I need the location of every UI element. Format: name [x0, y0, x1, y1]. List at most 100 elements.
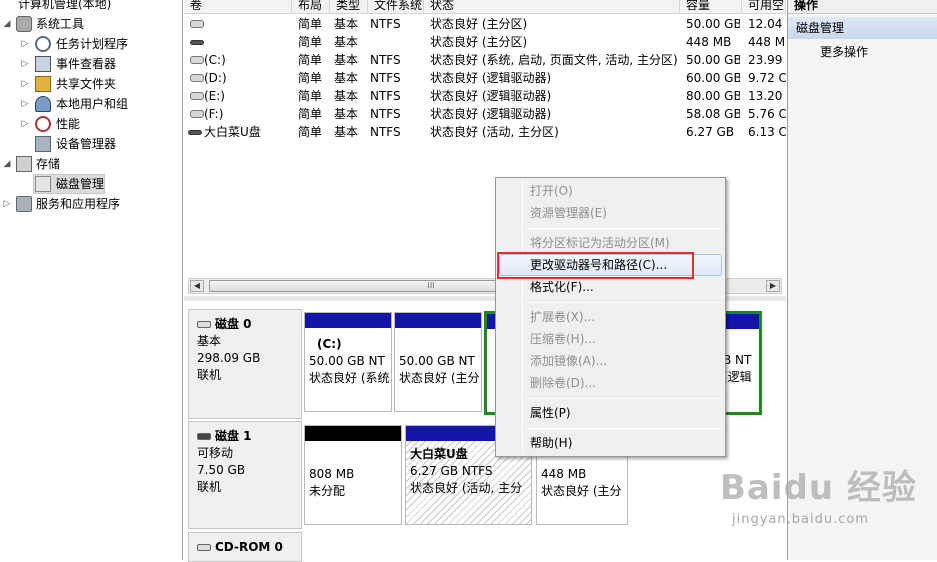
- menu-gutter: [522, 180, 523, 454]
- table-cell-cap: 50.00 GB: [686, 17, 740, 31]
- partition-size: 50.00 GB NT: [399, 354, 475, 368]
- table-row[interactable]: (E:) 简单 基本 NTFS 状态良好 (逻辑驱动器) 80.00 GB 13.20: [184, 87, 786, 105]
- tree-item-label: 性能: [56, 117, 81, 131]
- expand-arrow-icon[interactable]: ▷: [2, 194, 12, 214]
- disk-type: 基本: [197, 334, 222, 348]
- menu-item-properties[interactable]: 属性(P): [530, 402, 571, 424]
- scroll-right-icon[interactable]: ▶: [766, 280, 780, 292]
- table-row[interactable]: 大白菜U盘 简单 基本 NTFS 状态良好 (活动, 主分区) 6.27 GB 6.13 C: [184, 123, 786, 141]
- storage-icon: [16, 156, 32, 172]
- tree-item-label: 事件查看器: [56, 57, 117, 71]
- partition-text: (C:) 50.00 GB NT 状态良好 (系统: [309, 336, 390, 387]
- disk-type: 可移动: [197, 446, 234, 460]
- tree-item-label: 服务和应用程序: [36, 197, 121, 211]
- table-cell-vol: (C:): [204, 53, 226, 67]
- scroll-left-icon[interactable]: ◀: [190, 280, 204, 292]
- removable-disk-icon: [197, 433, 211, 440]
- disk-0-info[interactable]: 磁盘 0 基本 298.09 GB 联机: [188, 309, 302, 419]
- partition-bar: [305, 313, 391, 328]
- table-row[interactable]: (F:) 简单 基本 NTFS 状态良好 (逻辑驱动器) 58.08 GB 5.76 C: [184, 105, 786, 123]
- users-icon: [35, 96, 51, 112]
- column-header-capacity[interactable]: 容量: [680, 0, 742, 14]
- performance-icon: [35, 116, 51, 132]
- more-actions-link[interactable]: 更多操作: [820, 43, 868, 61]
- tree-item-label: 计算机管理(本地): [18, 0, 112, 11]
- table-cell-type: 基本: [334, 17, 359, 31]
- table-cell-vol: (E:): [204, 89, 225, 103]
- tree-item-label: 本地用户和组: [56, 97, 129, 111]
- column-header-type[interactable]: 类型: [330, 0, 368, 14]
- volume-icon: [190, 40, 204, 45]
- partition-status: (逻辑: [723, 370, 752, 384]
- table-cell-type: 基本: [334, 71, 359, 85]
- table-cell-cap: 6.27 GB: [686, 125, 735, 139]
- expand-arrow-icon[interactable]: ▷: [20, 114, 30, 134]
- partition-size: 448 MB: [541, 467, 587, 481]
- menu-item-open[interactable]: 打开(O): [530, 180, 573, 202]
- column-header-layout[interactable]: 布局: [292, 0, 330, 14]
- menu-item-explorer[interactable]: 资源管理器(E): [530, 202, 607, 224]
- volume-icon: [190, 92, 204, 100]
- actions-header: 操作: [788, 0, 937, 14]
- actions-section-disk-management[interactable]: 磁盘管理: [788, 17, 937, 39]
- disk-state: 联机: [197, 368, 222, 382]
- table-cell-type: 基本: [334, 125, 359, 139]
- expand-arrow-icon[interactable]: ▷: [20, 74, 30, 94]
- table-cell-free: 5.76 C: [748, 107, 786, 121]
- column-header-status[interactable]: 状态: [424, 0, 680, 14]
- table-cell-layout: 简单: [298, 17, 323, 31]
- column-header-filesystem[interactable]: 文件系统: [368, 0, 424, 14]
- table-cell-free: 448 M: [748, 35, 786, 49]
- table-row[interactable]: 简单 基本 NTFS 状态良好 (主分区) 50.00 GB 12.04: [184, 15, 786, 33]
- menu-item-shrink[interactable]: 压缩卷(H)...: [530, 328, 596, 350]
- table-cell-free: 6.13 C: [748, 125, 786, 139]
- cdrom-info[interactable]: CD-ROM 0: [188, 532, 302, 562]
- table-cell-cap: 60.00 GB: [686, 71, 740, 85]
- menu-item-help[interactable]: 帮助(H): [530, 432, 572, 454]
- actions-title: 操作: [794, 0, 819, 12]
- menu-item-format[interactable]: 格式化(F)...: [530, 276, 594, 298]
- expand-arrow-icon[interactable]: ▷: [20, 54, 30, 74]
- menu-item-add-mirror[interactable]: 添加镜像(A)...: [530, 350, 607, 372]
- table-row[interactable]: (D:) 简单 基本 NTFS 状态良好 (逻辑驱动器) 60.00 GB 9.72 C: [184, 69, 786, 87]
- table-cell-status: 状态良好 (主分区): [430, 35, 528, 49]
- disk-1-info[interactable]: 磁盘 1 可移动 7.50 GB 联机: [188, 421, 302, 529]
- partition-primary[interactable]: 50.00 GB NT 状态良好 (主分: [394, 312, 482, 412]
- table-cell-status: 状态良好 (系统, 启动, 页面文件, 活动, 主分区): [430, 53, 678, 67]
- table-cell-layout: 简单: [298, 107, 323, 121]
- menu-item-delete[interactable]: 删除卷(D)...: [530, 372, 596, 394]
- table-cell-vol: 大白菜U盘: [204, 125, 261, 139]
- table-cell-status: 状态良好 (逻辑驱动器): [430, 89, 552, 103]
- table-row[interactable]: (C:) 简单 基本 NTFS 状态良好 (系统, 启动, 页面文件, 活动, 主分区)…: [184, 51, 786, 69]
- partition-status: 状态良好 (活动, 主分: [410, 481, 523, 495]
- table-row[interactable]: 简单 基本 状态良好 (主分区) 448 MB 448 M: [184, 33, 786, 51]
- partition-c[interactable]: (C:) 50.00 GB NT 状态良好 (系统: [304, 312, 392, 412]
- table-cell-fs: NTFS: [370, 71, 401, 85]
- collapse-arrow-icon[interactable]: ◢: [2, 14, 12, 34]
- tree-item-label: 设备管理器: [56, 137, 117, 151]
- table-cell-layout: 简单: [298, 71, 323, 85]
- table-cell-free: 9.72 C: [748, 71, 786, 85]
- column-header-volume[interactable]: 卷: [184, 0, 292, 14]
- menu-item-extend[interactable]: 扩展卷(X)...: [530, 306, 595, 328]
- table-cell-fs: NTFS: [370, 53, 401, 67]
- collapse-arrow-icon[interactable]: ◢: [2, 154, 12, 174]
- tree-item-disk-management[interactable]: 磁盘管理: [33, 174, 105, 194]
- expand-arrow-icon[interactable]: ▷: [20, 94, 30, 114]
- disk-name: 磁盘 1: [215, 429, 252, 443]
- partition-size: 6.27 GB NTFS: [410, 464, 493, 478]
- table-cell-fs: NTFS: [370, 107, 401, 121]
- table-cell-fs: NTFS: [370, 125, 401, 139]
- table-cell-layout: 简单: [298, 89, 323, 103]
- table-cell-type: 基本: [334, 35, 359, 49]
- expand-arrow-icon[interactable]: ▷: [20, 34, 30, 54]
- partition-unallocated[interactable]: 808 MB 未分配: [304, 425, 402, 525]
- table-cell-cap: 58.08 GB: [686, 107, 740, 121]
- menu-item-mark-active[interactable]: 将分区标记为活动分区(M): [530, 232, 670, 254]
- volume-icon: [190, 20, 204, 28]
- table-cell-cap: 448 MB: [686, 35, 732, 49]
- volume-icon: [190, 110, 204, 118]
- column-header-free[interactable]: 可用空: [742, 0, 786, 14]
- partition-text: 50.00 GB NT 状态良好 (主分: [399, 353, 480, 387]
- menu-separator: [526, 398, 722, 399]
